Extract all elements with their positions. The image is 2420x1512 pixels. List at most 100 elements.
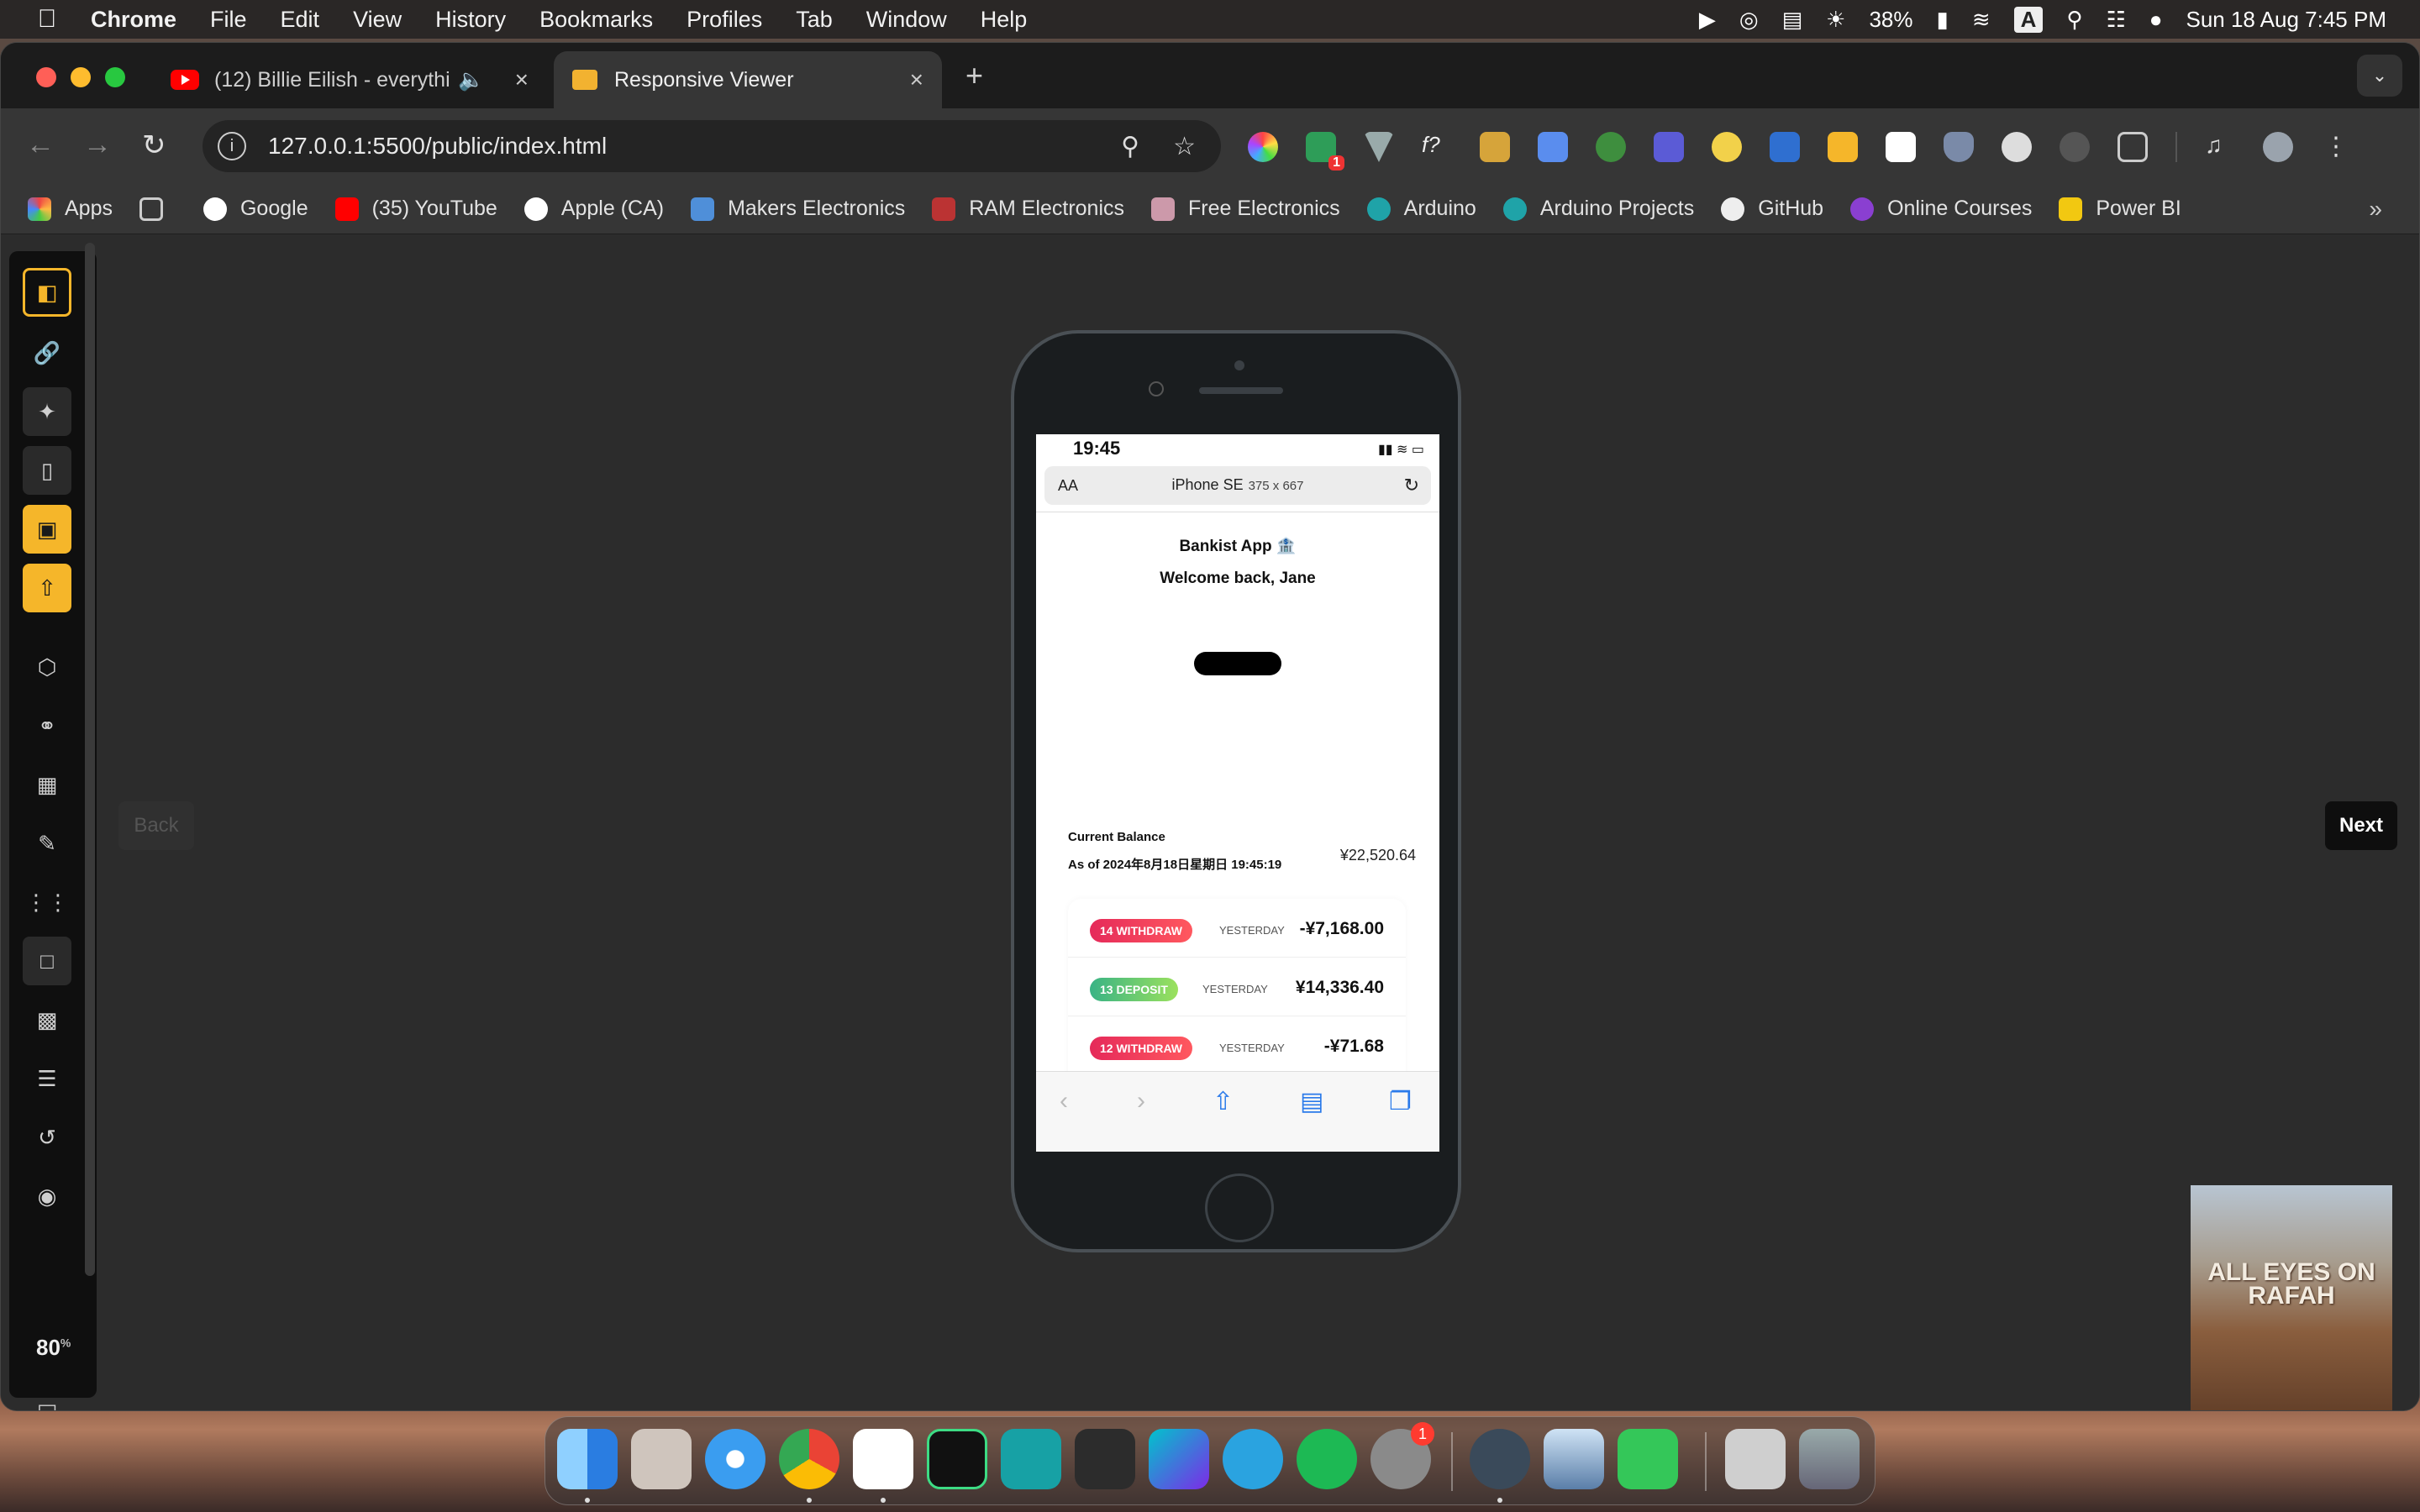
refresh-icon[interactable]: ↺ [23, 1113, 71, 1162]
bookmark-ram-electronics[interactable]: RAM Electronics [932, 197, 1124, 221]
overlap-icon[interactable]: ⚭ [23, 701, 71, 750]
close-tab-icon[interactable]: × [515, 66, 529, 93]
mobile-device-icon[interactable]: ▯ [23, 446, 71, 495]
siri-icon[interactable]: ● [2149, 7, 2163, 33]
bookmark-apple[interactable]: Apple (CA) [523, 197, 664, 221]
menu-view[interactable]: View [353, 7, 402, 33]
pointer-sync-icon[interactable]: ✦ [23, 387, 71, 436]
spotlight-search-icon[interactable]: ⚲ [2066, 7, 2082, 33]
wifi-icon[interactable]: ≋ [1972, 7, 1991, 33]
bookmark-github[interactable]: GitHub [1721, 197, 1823, 221]
zoom-level[interactable]: 80% [36, 1335, 71, 1361]
bookmark-power-bi[interactable]: Power BI [2059, 197, 2181, 221]
circle-extension-icon[interactable] [2002, 132, 2032, 162]
responsive-viewer-extension-icon[interactable] [1828, 132, 1858, 162]
site-info-icon[interactable]: i [218, 132, 246, 160]
tab-search-chevron-icon[interactable]: ⌄ [2357, 55, 2402, 97]
shield-extension-icon[interactable] [1944, 132, 1974, 162]
share-icon[interactable]: ⇧ [1213, 1087, 1234, 1116]
reload-icon[interactable]: ↻ [1404, 475, 1419, 496]
docs-extension-icon[interactable] [1538, 132, 1568, 162]
menu-edit[interactable]: Edit [281, 7, 320, 33]
sidebar-scrollbar[interactable] [85, 243, 95, 1276]
s-extension-icon[interactable] [1886, 132, 1916, 162]
tab-responsive-viewer[interactable]: Responsive Viewer × [554, 51, 942, 108]
close-window-button[interactable] [36, 67, 56, 87]
vscode-app-icon[interactable] [853, 1429, 913, 1489]
grid-icon[interactable]: ▦ [23, 760, 71, 809]
layout-icon[interactable]: ◧ [23, 268, 71, 317]
bookmark-tab-groups[interactable] [139, 197, 176, 221]
menu-tab[interactable]: Tab [796, 7, 833, 33]
camera-icon[interactable]: ◉ [23, 1172, 71, 1221]
capture-area-icon[interactable]: ▩ [23, 995, 71, 1044]
rotate-device-icon[interactable]: ▭ [23, 1390, 71, 1411]
airdrop-icon[interactable]: ◎ [1739, 7, 1759, 33]
reload-icon[interactable]: ↻ [142, 129, 166, 162]
media-play-icon[interactable]: ▶ [1699, 7, 1716, 33]
extensions-puzzle-icon[interactable] [2118, 132, 2148, 162]
canva-app-icon[interactable] [1149, 1429, 1209, 1489]
notion-extension-icon[interactable] [1480, 132, 1510, 162]
bookmarks-book-icon[interactable]: ▤ [1300, 1087, 1323, 1116]
pen-extension-icon[interactable] [1654, 132, 1684, 162]
tab-youtube[interactable]: (12) Billie Eilish - everythin 🔈 × [152, 51, 547, 108]
preview-app-icon[interactable] [1544, 1429, 1604, 1489]
tree-extension-icon[interactable] [1596, 132, 1626, 162]
eye-extension-icon[interactable] [1712, 132, 1742, 162]
media-controls-icon[interactable]: ♫ [2205, 132, 2235, 162]
trash-icon[interactable] [1799, 1429, 1860, 1489]
back-arrow-icon[interactable]: ← [26, 129, 55, 161]
chrome-app-icon[interactable] [779, 1429, 839, 1489]
menu-help[interactable]: Help [981, 7, 1028, 33]
screenshot-frame-icon[interactable]: □ [23, 937, 71, 985]
upload-icon[interactable]: ⇧ [23, 564, 71, 612]
profile-avatar[interactable] [2263, 132, 2293, 162]
omnibox[interactable]: i 127.0.0.1:5500/public/index.html ⚲ ☆ [203, 120, 1221, 172]
telegram-app-icon[interactable] [1223, 1429, 1283, 1489]
devices-icon[interactable]: ▣ [23, 505, 71, 554]
new-tab-icon[interactable]: + [965, 58, 983, 93]
next-button[interactable]: Next [2325, 801, 2397, 850]
code-extension-icon[interactable] [1770, 132, 1800, 162]
vue-devtools-extension-icon[interactable] [1364, 132, 1394, 162]
brightness-icon[interactable]: ☀ [1826, 7, 1845, 33]
forward-arrow-icon[interactable]: → [83, 129, 112, 161]
figma-app-icon[interactable] [1075, 1429, 1135, 1489]
downloads-folder-icon[interactable] [1725, 1429, 1786, 1489]
quicktime-app-icon[interactable] [1470, 1429, 1530, 1489]
clion-app-icon[interactable] [927, 1429, 987, 1489]
tabs-icon[interactable]: ❐ [1389, 1087, 1412, 1116]
grammar-extension-icon[interactable]: 1 [1306, 132, 1344, 171]
bookmark-free-electronics[interactable]: Free Electronics [1151, 197, 1340, 221]
arduino-app-icon[interactable] [1001, 1429, 1061, 1489]
safari-app-icon[interactable] [705, 1429, 765, 1489]
bookmark-apps[interactable]: Apps [28, 197, 113, 221]
app-menu[interactable]: Chrome [91, 7, 176, 33]
cube-icon[interactable]: ⬡ [23, 643, 71, 691]
chrome-menu-icon[interactable]: ⋮ [2321, 132, 2351, 162]
minimize-window-button[interactable] [71, 67, 91, 87]
zoom-window-button[interactable] [105, 67, 125, 87]
bookmark-youtube[interactable]: (35) YouTube [334, 197, 497, 221]
url-text[interactable]: 127.0.0.1:5500/public/index.html [268, 133, 607, 160]
safari-forward-icon[interactable]: › [1137, 1087, 1145, 1116]
layers-icon[interactable]: ☰ [23, 1054, 71, 1103]
wallpaper-thumbnail[interactable]: ALL EYES ON RAFAH [2191, 1185, 2392, 1410]
bookmark-arduino[interactable]: Arduino [1366, 197, 1476, 221]
link-icon[interactable]: 🔗 [23, 328, 71, 377]
clock[interactable]: Sun 18 Aug 7:45 PM [2186, 7, 2386, 33]
apple-menu-icon[interactable]:  [30, 5, 64, 34]
font-finder-extension-icon[interactable]: f? [1422, 132, 1452, 162]
menu-profiles[interactable]: Profiles [687, 7, 762, 33]
input-source-icon[interactable]: A [2013, 6, 2044, 33]
menu-bookmarks[interactable]: Bookmarks [539, 7, 653, 33]
sidebar-icon[interactable]: ▤ [1782, 7, 1803, 33]
finder-app-icon[interactable] [557, 1429, 618, 1489]
color-picker-extension-icon[interactable] [1248, 132, 1278, 162]
facetime-app-icon[interactable] [1618, 1429, 1678, 1489]
zoom-magnifier-icon[interactable]: ⚲ [1121, 132, 1139, 161]
bookmark-google[interactable]: Google [203, 197, 308, 221]
menu-window[interactable]: Window [866, 7, 947, 33]
battery-icon[interactable]: ▮ [1937, 7, 1949, 33]
